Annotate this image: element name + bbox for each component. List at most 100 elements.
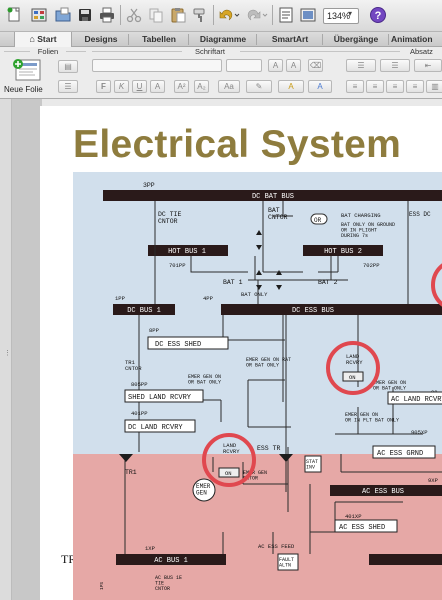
shrink-font-button[interactable]: A [286,59,301,72]
ribbon-tabs: ⌂ Start Designs Tabellen Diagramme Smart… [0,32,442,47]
cut-icon[interactable] [125,6,143,24]
home-icon: ⌂ [29,34,35,44]
font-color-button[interactable]: A [278,80,304,93]
label-hot-bus-1: HOT BUS 1 [168,248,206,256]
columns-button[interactable]: ▥ [426,80,442,93]
label-701pp: 701PP [169,262,186,269]
grow-font-icon: A [272,61,279,70]
group-label-absatz: Absatz [410,47,433,56]
shrink-font-icon: A [290,61,297,70]
grow-font-button[interactable]: A [268,59,283,72]
label-shed-land-rcvry: SHED LAND RCVRY [128,394,192,402]
section-button[interactable]: ☰ [58,80,78,93]
svg-text:?: ? [375,10,382,22]
label-bat-only: BAT ONLY [241,291,268,298]
label-905xp: 905XP [411,429,428,436]
format-painter-icon[interactable] [191,6,209,24]
underline-button[interactable]: U [132,80,147,93]
label-dc-bat-bus: DC BAT BUS [252,193,294,201]
tab-diagramme[interactable]: Diagramme [190,32,256,47]
indent-icon: ⇤ [424,61,432,70]
align-right-button[interactable]: ≡ [386,80,404,93]
ribbon-start: Folien Schriftart Absatz Neue Folie ▤ ☰ … [0,47,442,99]
label-3pp: 3PP [143,182,155,189]
section-icon: ☰ [64,82,72,91]
paste-icon[interactable] [169,6,187,24]
italic-icon: K [118,82,125,91]
align-left-icon: ≡ [352,82,358,91]
superscript-icon: A² [177,82,186,91]
label-emer-gen-on-right: EMER GEN ON OR BAT ONLY [373,380,406,392]
tab-smartart[interactable]: SmartArt [258,32,322,47]
align-left-button[interactable]: ≡ [346,80,364,93]
gallery-icon[interactable] [30,6,48,24]
change-case-button[interactable]: Aa [218,80,240,93]
label-1pp: 1PP [115,295,125,302]
label-ac-ess-shed: AC ESS SHED [339,524,385,532]
bullets-icon: ☰ [357,61,365,70]
shadow-button[interactable]: A [150,80,165,93]
indent-button[interactable]: ⇤ [414,59,442,72]
group-label-folien: Folien [37,47,59,56]
text-effects-button[interactable]: A [308,80,332,93]
font-color-icon: A [288,82,294,91]
workspace-background [12,99,42,600]
group-label-schriftart: Schriftart [194,47,225,56]
font-name-field[interactable] [92,59,222,72]
slide-title[interactable]: Electrical System [73,123,401,167]
copy-icon[interactable] [147,6,165,24]
justify-icon: ≡ [412,82,418,91]
subscript-button[interactable]: A₂ [194,80,209,93]
highlight-button[interactable]: ✎ [246,80,272,93]
undo-icon[interactable] [217,6,241,24]
new-document-icon[interactable] [5,6,23,24]
open-icon[interactable] [54,6,72,24]
electrical-diagram[interactable]: 3PP DC BAT BUS DC TIE CNTOR BAT CNTOR OR B… [73,172,442,600]
justify-button[interactable]: ≡ [406,80,424,93]
label-ess-tr: ESS TR [257,445,281,452]
font-size-field[interactable] [226,59,262,72]
tab-uebergaenge[interactable]: Übergänge [324,32,388,47]
shadow-icon: A [154,82,161,91]
new-slide-button[interactable] [10,58,44,84]
redo-icon[interactable] [245,6,269,24]
zoom-dropdown-icon[interactable]: ▾ [348,9,352,18]
italic-button[interactable]: K [114,80,129,93]
highlighter-icon: ✎ [255,82,263,91]
text-effects-icon: A [317,82,323,91]
numbering-icon: ☰ [391,61,399,70]
label-or: OR [314,217,322,224]
label-dc-ess-shed: DC ESS SHED [155,341,201,349]
splitter-handle-icon[interactable]: ⋮ [4,349,11,357]
tab-start[interactable]: ⌂ Start [14,32,72,47]
zoom-field[interactable]: 134% [323,8,359,24]
label-ac-bus-1: AC BUS 1 [154,557,188,565]
save-icon[interactable] [76,6,94,24]
tab-tabellen[interactable]: Tabellen [130,32,188,47]
bold-button[interactable]: F [96,80,111,93]
label-on-top: ON [349,374,356,381]
clear-format-button[interactable]: ⌫ [308,59,323,72]
numbering-button[interactable]: ☰ [380,59,410,72]
media-icon[interactable] [299,6,317,24]
superscript-button[interactable]: A² [174,80,189,93]
slide-pane-gutter[interactable]: ⋮ [0,99,12,600]
label-bat-2: BAT 2 [318,279,338,286]
layout-icon: ▤ [64,62,72,71]
label-emer-gen-or-bat: EMER GEN ON OR BAT ONLY [188,374,221,386]
tab-designs[interactable]: Designs [74,32,128,47]
align-center-button[interactable]: ≡ [366,80,384,93]
columns-icon: ▥ [431,82,439,91]
slide-icon[interactable] [277,6,295,24]
layout-button[interactable]: ▤ [58,60,78,73]
label-ac-ess-bus: AC ESS BUS [362,488,404,496]
tab-animation[interactable]: Animation [391,32,442,47]
label-1xp: 1XP [145,545,155,552]
label-dc-ess-bus: DC ESS BUS [292,307,334,315]
bullets-button[interactable]: ☰ [346,59,376,72]
bold-icon: F [101,82,106,91]
help-icon[interactable]: ? [369,6,387,24]
label-hot-bus-2: HOT BUS 2 [324,248,362,256]
label-401xp: 401XP [345,513,362,520]
print-icon[interactable] [98,6,116,24]
